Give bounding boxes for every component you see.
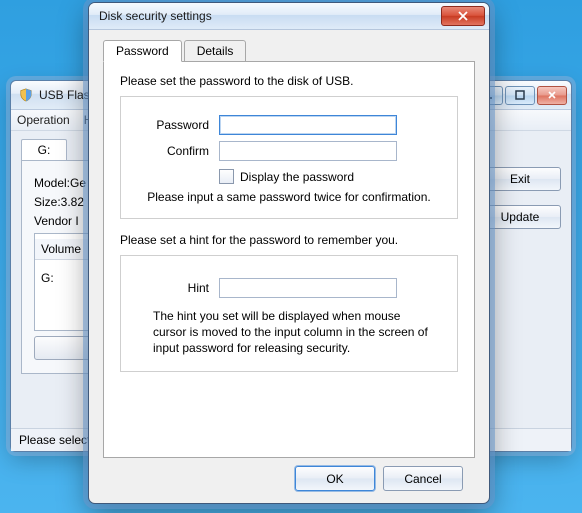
maximize-button[interactable] bbox=[505, 86, 535, 105]
tab-details[interactable]: Details bbox=[184, 40, 247, 62]
update-button-label: Update bbox=[501, 210, 540, 224]
tab-password[interactable]: Password bbox=[103, 40, 182, 62]
parent-close-button[interactable] bbox=[537, 86, 567, 105]
tab-password-label: Password bbox=[116, 44, 169, 58]
password-input[interactable] bbox=[219, 115, 397, 135]
dialog-titlebar[interactable]: Disk security settings bbox=[89, 3, 489, 30]
hint-label: Hint bbox=[137, 281, 209, 295]
display-password-checkbox[interactable] bbox=[219, 169, 234, 184]
display-password-label: Display the password bbox=[240, 170, 354, 184]
password-note: Please input a same password twice for c… bbox=[137, 190, 441, 204]
password-label: Password bbox=[137, 118, 209, 132]
hint-explain: The hint you set will be displayed when … bbox=[153, 308, 435, 357]
tabs: Password Details bbox=[103, 40, 475, 62]
hint-input[interactable] bbox=[219, 278, 397, 298]
shield-icon bbox=[19, 88, 33, 102]
menu-operation[interactable]: Operation bbox=[17, 113, 70, 127]
dialog-title: Disk security settings bbox=[99, 9, 441, 23]
tab-page: Please set the password to the disk of U… bbox=[103, 61, 475, 458]
hint-heading: Please set a hint for the password to re… bbox=[120, 233, 458, 247]
password-heading: Please set the password to the disk of U… bbox=[120, 74, 458, 88]
cancel-button[interactable]: Cancel bbox=[383, 466, 463, 491]
confirm-label: Confirm bbox=[137, 144, 209, 158]
ok-button[interactable]: OK bbox=[295, 466, 375, 491]
disk-security-dialog: Disk security settings Password Details … bbox=[88, 2, 490, 504]
drive-tab[interactable]: G: bbox=[21, 139, 67, 161]
tab-details-label: Details bbox=[197, 44, 234, 58]
exit-button-label: Exit bbox=[510, 172, 530, 186]
exit-button[interactable]: Exit bbox=[479, 167, 561, 191]
hint-group: Hint The hint you set will be displayed … bbox=[120, 255, 458, 372]
cancel-button-label: Cancel bbox=[404, 472, 441, 486]
update-button[interactable]: Update bbox=[479, 205, 561, 229]
ok-button-label: OK bbox=[326, 472, 343, 486]
drive-tab-label: G: bbox=[38, 143, 51, 157]
confirm-input[interactable] bbox=[219, 141, 397, 161]
dialog-close-button[interactable] bbox=[441, 6, 485, 26]
password-group: Password Confirm Display the password Pl… bbox=[120, 96, 458, 219]
